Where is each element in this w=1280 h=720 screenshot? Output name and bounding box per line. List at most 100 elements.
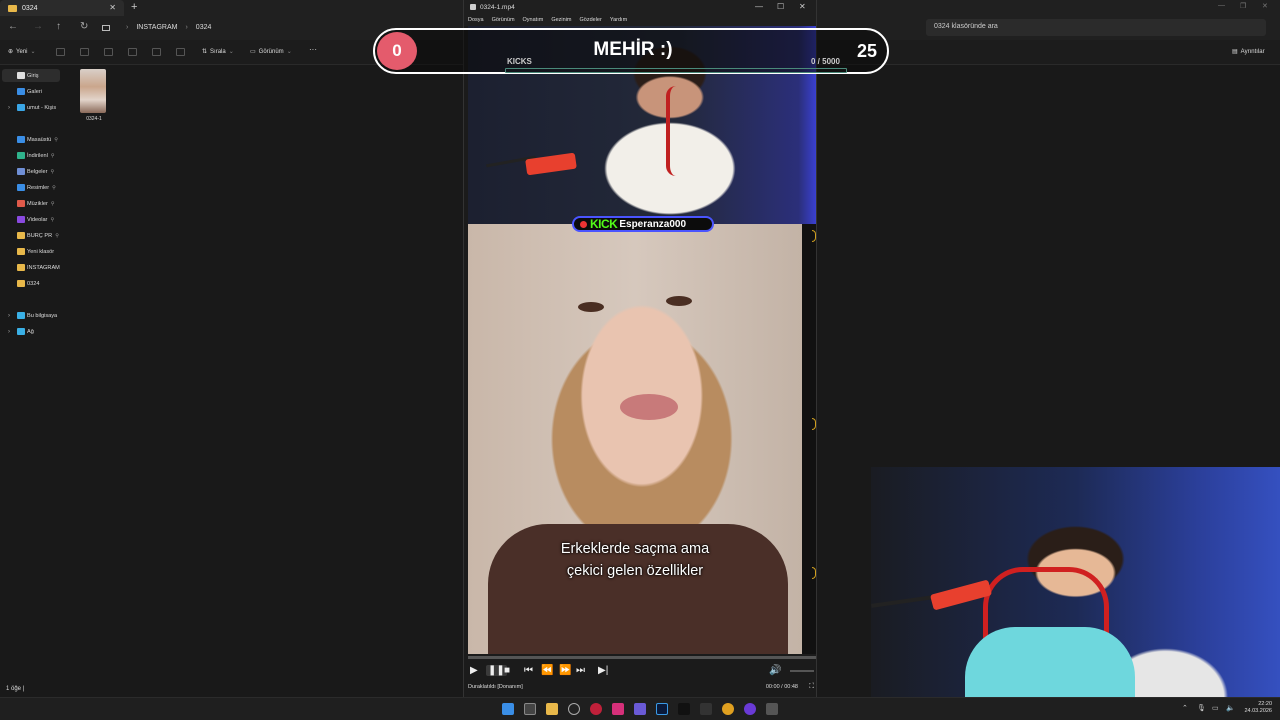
copy-icon[interactable] <box>80 48 89 56</box>
share-icon[interactable] <box>152 48 161 56</box>
mic-icon[interactable]: 🎙 <box>1197 704 1206 712</box>
photoshop-icon[interactable] <box>656 703 668 715</box>
minimize-icon[interactable]: — <box>755 2 763 11</box>
frame-decoration <box>812 230 816 242</box>
menu-item[interactable]: Görünüm <box>492 17 515 23</box>
clock-date: 24.03.2026 <box>1244 708 1272 714</box>
maximize-icon[interactable]: ❐ <box>1240 2 1246 10</box>
seek-bar[interactable] <box>468 656 816 659</box>
sidebar-item[interactable]: İndirilenl ⚲ <box>2 149 60 162</box>
volume-icon[interactable]: 🔊 <box>769 665 781 676</box>
sidebar-item[interactable]: INSTAGRAM <box>2 261 60 274</box>
view-label: Görünüm <box>258 48 284 55</box>
sidebar-item[interactable]: Galeri <box>2 85 60 98</box>
task-view-icon[interactable] <box>524 703 536 715</box>
sidebar-item[interactable]: › umut - Kişis <box>2 101 60 114</box>
frame-decoration <box>812 418 816 430</box>
view-button[interactable]: ▭ Görünüm ⌄ <box>250 48 292 56</box>
menu-item[interactable]: Gözdeler <box>580 17 602 23</box>
sidebar-item[interactable]: Müzikler ⚲ <box>2 197 60 210</box>
explorer-tab[interactable]: 0324 ✕ <box>0 0 124 16</box>
file-item[interactable]: 0324-1 <box>80 69 108 125</box>
paste-icon[interactable] <box>104 48 113 56</box>
stop-icon[interactable]: ■ <box>504 665 510 676</box>
sidebar-item[interactable]: › Ağ <box>2 325 60 338</box>
sidebar-item[interactable]: Masaüstü ⚲ <box>2 133 60 146</box>
sidebar-item-label: Müzikler <box>27 200 48 207</box>
play-icon[interactable]: ▶ <box>470 665 478 676</box>
refresh-icon[interactable]: ↻ <box>80 21 88 32</box>
search-input[interactable]: 0324 klasöründe ara <box>926 19 1266 36</box>
sidebar-item-label: İndirilenl <box>27 152 48 159</box>
file-explorer-icon[interactable] <box>546 703 558 715</box>
sidebar-item-label: Yeni klasör <box>27 248 55 255</box>
fullscreen-icon[interactable]: ⛶ <box>809 683 814 691</box>
maximize-icon[interactable]: ☐ <box>777 2 784 11</box>
breadcrumb-item[interactable]: 0324 <box>196 24 212 31</box>
volume-slider[interactable] <box>790 670 814 672</box>
download-icon <box>17 152 25 159</box>
close-window-icon[interactable]: ✕ <box>1262 2 1268 10</box>
sidebar-item[interactable]: Yeni klasör <box>2 245 60 258</box>
clock[interactable]: 22:20 24.03.2026 <box>1244 701 1272 715</box>
obs-icon[interactable] <box>744 703 756 715</box>
pin-icon: ⚲ <box>54 136 58 143</box>
expand-chevron-icon[interactable]: › <box>8 329 10 335</box>
breadcrumb-item[interactable]: INSTAGRAM <box>136 24 177 31</box>
time-readout: 00:00 / 00:48 <box>765 684 798 690</box>
sidebar-item[interactable]: › Bu bilgisaya <box>2 309 60 322</box>
rewind-icon[interactable]: ⏪ <box>541 665 553 676</box>
sidebar-item[interactable]: Giriş <box>2 69 60 82</box>
start-icon[interactable] <box>502 703 514 715</box>
player-status-bar: Duraklatıldı [Donanım] 00:00 / 00:48 ⛶ <box>468 683 816 694</box>
chevron-up-icon[interactable]: ⌃ <box>1182 704 1188 712</box>
fast-forward-icon[interactable]: ⏩ <box>559 665 571 676</box>
sort-button[interactable]: ⇅ Sırala ⌄ <box>202 48 234 56</box>
sidebar-item[interactable]: Resimler ⚲ <box>2 181 60 194</box>
new-button[interactable]: ⊕ Yeni ⌄ <box>8 48 36 56</box>
expand-chevron-icon[interactable]: › <box>8 105 10 111</box>
next-icon[interactable]: ⏭ <box>576 665 585 676</box>
up-icon[interactable]: ↑ <box>56 21 61 32</box>
network-icon[interactable]: ▭ <box>1212 704 1219 712</box>
menu-item[interactable]: Gezinim <box>551 17 571 23</box>
volume-icon[interactable]: 🔈 <box>1226 704 1235 712</box>
close-icon[interactable]: ✕ <box>799 2 806 11</box>
back-icon[interactable]: ← <box>8 21 18 32</box>
instagram-icon[interactable] <box>612 703 624 715</box>
sidebar-item[interactable]: Videolar ⚲ <box>2 213 60 226</box>
browser-icon[interactable] <box>568 703 580 715</box>
video-frame[interactable]: KICK Esperanza000 Erkeklerde saçma ama ç… <box>468 26 816 654</box>
previous-icon[interactable]: ⏮ <box>524 665 533 676</box>
sidebar-item[interactable]: 0324 <box>2 277 60 290</box>
document-icon <box>17 168 25 175</box>
kick-goal-overlay: 0 MEHİR :) 25 KICKS 0 / 5000 <box>373 28 889 74</box>
goal-label: KICKS <box>507 57 532 66</box>
forward-icon[interactable]: → <box>33 21 43 32</box>
tiktok-icon[interactable] <box>678 703 690 715</box>
video-player-window: 0324-1.mp4 — ☐ ✕ Dosya Görünüm Oynatım Gezi… <box>463 0 817 697</box>
chrome-icon[interactable] <box>722 703 734 715</box>
discord-icon[interactable] <box>634 703 646 715</box>
minimize-icon[interactable]: — <box>1218 2 1225 9</box>
expand-chevron-icon[interactable]: › <box>8 313 10 319</box>
menu-item[interactable]: Oynatım <box>523 17 544 23</box>
delete-icon[interactable] <box>176 48 185 56</box>
rename-icon[interactable] <box>128 48 137 56</box>
close-tab-icon[interactable]: ✕ <box>109 3 116 12</box>
opera-icon[interactable] <box>590 703 602 715</box>
frame-step-icon[interactable]: ▶| <box>598 665 608 676</box>
new-tab-button[interactable]: + <box>131 1 137 13</box>
sidebar-item[interactable]: Belgeler ⚲ <box>2 165 60 178</box>
more-options-button[interactable]: ··· <box>309 45 317 54</box>
details-button[interactable]: ▤ Ayrıntılar <box>1232 48 1265 56</box>
media-player-icon[interactable] <box>766 703 778 715</box>
menu-item[interactable]: Dosya <box>468 17 484 23</box>
sidebar-item[interactable]: BURÇ PR ⚲ <box>2 229 60 242</box>
caption-line: çekici gelen özellikler <box>566 563 704 579</box>
capcut-icon[interactable] <box>700 703 712 715</box>
sidebar-item-label: Masaüstü <box>27 136 52 143</box>
new-button-label: Yeni <box>16 48 28 55</box>
cut-icon[interactable] <box>56 48 65 56</box>
menu-item[interactable]: Yardım <box>610 17 627 23</box>
